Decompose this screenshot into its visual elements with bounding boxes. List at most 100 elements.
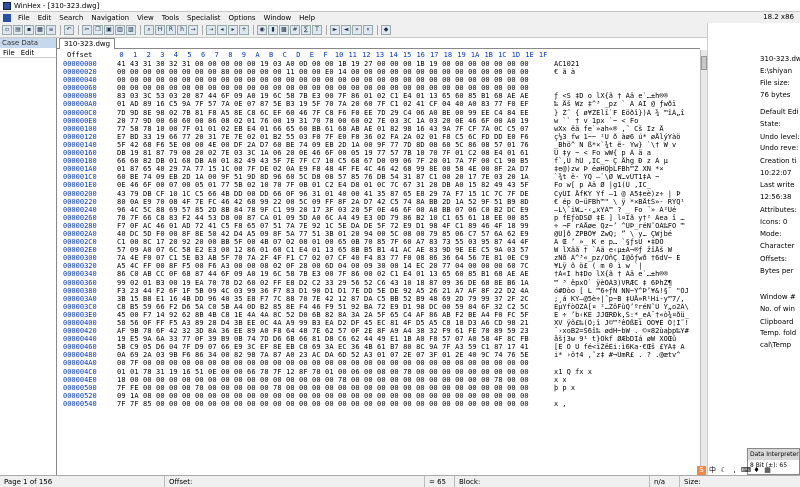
- row-hex-bytes[interactable]: 00 00 00 00 00 00 00 00 80 00 00 00 00 1…: [117, 68, 529, 76]
- vertical-scrollbar[interactable]: [700, 50, 707, 475]
- hex-row[interactable]: 000001C0 60 BE 74 09 EB 2D 1A 00 9F 51 9D…: [57, 173, 700, 181]
- grid-icon[interactable]: ▦: [763, 466, 772, 475]
- hex-row[interactable]: 00000460 5B C9 05 D6 04 7F D9 07 66 E9 3C…: [57, 343, 700, 351]
- row-ascii[interactable]: € ä à: [554, 68, 696, 76]
- row-hex-bytes[interactable]: C8 B5 59 66 F2 D6 5A C0 5B A4 0D B2 85 8…: [117, 303, 529, 311]
- row-hex-bytes[interactable]: 40 DC 5D F0 00 8F 8E 50 42 D4 A5 09 8F 5…: [117, 230, 529, 238]
- fill-icon[interactable]: ▧: [126, 25, 136, 35]
- row-ascii[interactable]: XV ÿõ£‰(Ô;î J©™³êÒßEì OÕ¥È Ó¦Í˜!: [554, 319, 696, 327]
- ime-chinese-icon[interactable]: 中: [708, 466, 717, 475]
- menu-view[interactable]: View: [133, 14, 158, 22]
- row-hex-bytes[interactable]: 01 01 78 31 19 16 51 0E 00 00 66 78 7F 1…: [117, 368, 529, 376]
- menu-specialist[interactable]: Specialist: [183, 14, 225, 22]
- row-hex-bytes[interactable]: 7F 7F 85 00 00 00 00 00 00 00 00 00 00 0…: [117, 400, 529, 408]
- hex-row[interactable]: 000003E0 45 00 F7 14 92 62 8B 4B C8 1E 4A…: [57, 311, 700, 319]
- row-ascii[interactable]: åšj3w 9¹ t}Ökf ØÆbDIá øW XOŒû: [554, 335, 696, 343]
- row-ascii[interactable]: Fo w[ p Âä Ø |g1(Û ‚IC_: [554, 181, 696, 189]
- hex-row[interactable]: 00000400 58 56 0F FF F5 A3 89 28 D4 3B EE…: [57, 319, 700, 327]
- fast-back-icon[interactable]: «: [363, 25, 373, 35]
- row-ascii[interactable]: Û ‡y ~ < Fo wW{ p Â ä a: [554, 149, 696, 157]
- row-ascii[interactable]: Á Œ ’ »_ K e p… `§ƒsU •‡DO: [554, 238, 696, 246]
- row-hex-bytes[interactable]: F7 0F AC 46 01 AD 72 41 C5 F8 65 07 51 7…: [117, 222, 529, 230]
- row-hex-bytes[interactable]: C1 00 8C 17 20 92 20 00 BB 5F 00 4B 07 0…: [117, 238, 529, 246]
- open-disk-icon[interactable]: ◉: [257, 25, 267, 35]
- row-ascii[interactable]: þ p x: [554, 384, 696, 392]
- row-hex-bytes[interactable]: 5B C9 05 D6 04 7F D9 07 66 E9 3C EF 8E E…: [117, 343, 529, 351]
- case-icon[interactable]: ◆: [381, 25, 391, 35]
- row-hex-bytes[interactable]: 3B 15 B8 E1 16 4B DD 96 40 35 E8 F7 7C 8…: [117, 295, 529, 303]
- row-ascii[interactable]: x x: [554, 376, 696, 384]
- row-ascii[interactable]: `¾t ë- ŸQ –`\Ø W…vÛT1‡Á ~: [554, 173, 696, 181]
- find-next-icon[interactable]: →: [188, 25, 198, 35]
- menu-search[interactable]: Search: [55, 14, 87, 22]
- forward-icon[interactable]: ▸: [228, 25, 238, 35]
- row-ascii[interactable]: [É Ö Ù fé<ïŽëÈi:ì6Ka·€Œš £YÁ‡ A: [554, 343, 696, 351]
- row-ascii[interactable]: i* ›ö†4 ‚˜z‡ #¬ÚmR£ . ? .@œtv^: [554, 351, 696, 359]
- save-icon[interactable]: ▪: [24, 25, 34, 35]
- hex-row[interactable]: 00000160 DB 19 81 87 79 00 20 02 7E 03 3C…: [57, 149, 700, 157]
- row-hex-bytes[interactable]: 41 43 31 30 32 31 00 00 00 00 00 19 03 A…: [117, 60, 529, 68]
- row-hex-bytes[interactable]: 7A 4E F0 07 C1 5E B3 AB 5F 70 7A 2F 4F F…: [117, 254, 529, 262]
- hex-row[interactable]: 00000040 00 00 00 00 00 00 00 00 00 00 00…: [57, 76, 700, 84]
- print-icon[interactable]: ▦: [35, 25, 45, 35]
- tab-file[interactable]: 310-323.dwg: [59, 38, 116, 49]
- open-ram-icon[interactable]: ▮: [268, 25, 278, 35]
- hex-row[interactable]: 00000480 0A 69 2A 03 9B F6 86 34 00 82 98…: [57, 351, 700, 359]
- row-hex-bytes[interactable]: 00 00 00 00 00 00 00 00 00 00 00 00 00 0…: [117, 76, 529, 84]
- hex-row[interactable]: 000002A0 40 DC 5D F0 00 8F 8E 50 42 D4 A5…: [57, 230, 700, 238]
- row-hex-bytes[interactable]: 77 58 78 10 00 7F 01 01 02 EB E4 01 66 6…: [117, 125, 529, 133]
- add-position-icon[interactable]: +: [239, 25, 249, 35]
- row-hex-bytes[interactable]: 60 BE 74 09 EB 2D 1A 00 9F 51 9D 8D 96 6…: [117, 173, 529, 181]
- hex-row[interactable]: 00000360 99 02 01 B3 00 19 EA 70 78 D2 60…: [57, 279, 700, 287]
- row-ascii[interactable]: f`‚Û hÛ ‚IC_~ Ç Åhg Ð z Á µ: [554, 157, 696, 165]
- hex-row[interactable]: 000003A0 3B 15 B8 E1 16 4B DD 96 40 35 E8…: [57, 295, 700, 303]
- row-hex-bytes[interactable]: 01 87 65 40 29 7A 77 15 1C 00 7F DE 02 0…: [117, 165, 529, 173]
- hex-row[interactable]: 000002C0 C1 00 8C 17 20 92 20 00 BB 5F 00…: [57, 238, 700, 246]
- row-ascii[interactable]: ÈµYfòÖZÀ[¤ ²…ŽôFùQ’ºréÑ˜Ü Y„o2Â\: [554, 303, 696, 311]
- menu-edit[interactable]: Edit: [34, 14, 56, 22]
- row-ascii[interactable]: ƒ <S ‡D o lX{ã † Áä e`…±h®®: [554, 92, 696, 100]
- row-hex-bytes[interactable]: 20 77 9D 00 60 60 00 86 08 02 01 76 00 1…: [117, 117, 529, 125]
- row-hex-bytes[interactable]: DB 19 81 87 79 00 20 02 7E 03 3C 1A 06 2…: [117, 149, 529, 157]
- row-hex-bytes[interactable]: 86 C0 AB CC 0F 68 87 44 6F 09 A0 19 6C 5…: [117, 270, 529, 278]
- row-ascii[interactable]: ‡e@)zw Þ éøHOþLFBh™Ž XN *×: [554, 165, 696, 173]
- row-hex-bytes[interactable]: 19 E5 9A 6A 33 77 0F 39 B9 0B 74 7D D6 6…: [117, 335, 529, 343]
- row-ascii[interactable]: E ÷ ’b‹KÈ JJŒRÐk‚Š:*_eÄ¯†«ò¾¤ðü_: [554, 311, 696, 319]
- replace-icon[interactable]: R: [166, 25, 176, 35]
- calculator-icon[interactable]: #: [290, 25, 300, 35]
- hex-row[interactable]: 00000380 F3 23 44 F2 6F 1F 5B 09 4C 03 99…: [57, 287, 700, 295]
- row-hex-bytes[interactable]: 83 03 3C 53 03 20 87 44 6F 09 A0 19 6C 5…: [117, 92, 529, 100]
- fast-forward-icon[interactable]: »: [352, 25, 362, 35]
- hex-row[interactable]: 000001E0 0E 46 6F 00 07 00 05 01 77 5B 02…: [57, 181, 700, 189]
- row-ascii[interactable]: € ép O~üFBh™" \ ÿ *×BÅtŠ»- RŸQ¹: [554, 198, 696, 206]
- row-ascii[interactable]: @Ü]ð ŽPBÔ¥ ZwQ; ” \ y… ÇWjbé: [554, 230, 696, 238]
- backward-nav-icon[interactable]: ◄: [341, 25, 351, 35]
- row-hex-bytes[interactable]: A5 4C FF 00 8F F5 00 F6 A3 00 00 08 02 0…: [117, 262, 529, 270]
- row-ascii[interactable]: AC1021: [554, 60, 696, 68]
- row-hex-bytes[interactable]: 01 AD 89 16 C5 9A 7F 57 7A 0E 07 87 5E B…: [117, 100, 529, 108]
- hex-row[interactable]: 000000E0 20 77 9D 00 60 60 00 86 08 02 01…: [57, 117, 700, 125]
- row-ascii[interactable]: –L\ˆiW…-‹„xŸÁ™ ? _ Fo ¨» À²Üé: [554, 206, 696, 214]
- hex-row[interactable]: 00000140 5F 42 68 F6 5E 00 00 4E 00 DF 2A…: [57, 141, 700, 149]
- row-hex-bytes[interactable]: 00 7F 00 00 00 00 00 00 00 00 00 00 00 0…: [117, 359, 529, 367]
- paste-icon[interactable]: ▣: [104, 25, 114, 35]
- hex-row[interactable]: 00000300 7A 4E F0 07 C1 5E B3 AB 5F 70 7A…: [57, 254, 700, 262]
- find-icon[interactable]: ⌕: [144, 25, 154, 35]
- hex-row[interactable]: 00000500 7F FE 00 00 00 00 70 00 00 00 00…: [57, 384, 700, 392]
- hex-row[interactable]: 000000C0 7D 9D 8E 98 02 7B 81 F8 A5 8E C8…: [57, 109, 700, 117]
- case-edit-menu[interactable]: Edit: [21, 48, 35, 57]
- paste-into-icon[interactable]: ▥: [115, 25, 125, 35]
- hex-rows[interactable]: 00000000 41 43 31 30 32 31 00 00 00 00 00…: [57, 60, 700, 475]
- hex-row[interactable]: 00000180 66 60 82 DB 01 68 DB A0 01 82 49…: [57, 157, 700, 165]
- row-hex-bytes[interactable]: 09 1A 08 00 00 00 00 00 00 00 00 00 00 0…: [117, 392, 529, 400]
- properties-icon[interactable]: ≡: [46, 25, 56, 35]
- row-ascii[interactable]: ç½3 fw 1~~ ²U ð àø6 ú* øÅlýÝàö: [554, 133, 696, 141]
- row-hex-bytes[interactable]: 0E 46 6F 00 07 00 05 01 77 5B 02 10 70 7…: [117, 181, 529, 189]
- hex-row[interactable]: 00000340 86 C0 AB CC 0F 68 87 44 6F 09 A0…: [57, 270, 700, 278]
- row-ascii[interactable]: ¥Lÿ õ ö£ ( m 0 ì w `|: [554, 262, 696, 270]
- menu-options[interactable]: Options: [225, 14, 260, 22]
- row-hex-bytes[interactable]: 80 0A E9 70 08 4F 7E FC 46 42 68 99 22 0…: [117, 198, 529, 206]
- find-hex-icon[interactable]: H: [155, 25, 165, 35]
- row-ascii[interactable]: w `` † v 1px `~ < Fo: [554, 117, 696, 125]
- undo-icon[interactable]: ↶: [64, 25, 74, 35]
